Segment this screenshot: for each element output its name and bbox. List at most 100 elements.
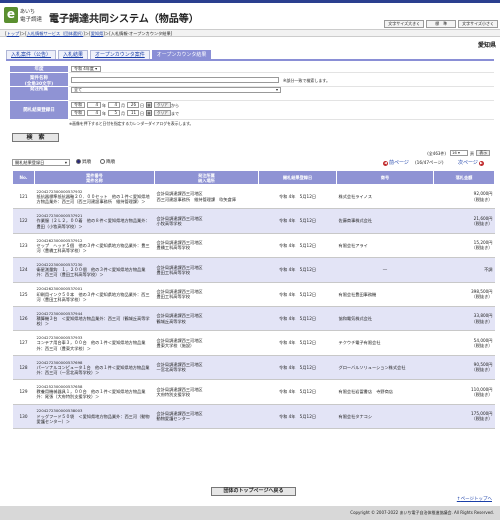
table-header-row: No. 案件番号 案件名称 発注所属 納入場所 開札結果登録日 商号 落札金額 bbox=[12, 170, 495, 185]
orderer-cell: 会計局調達課西三河地区 小牧高等学校 bbox=[154, 208, 259, 234]
case-cell: 2204272300000537933 コンテナ用台車３，００台 他の１件＜愛知県… bbox=[34, 330, 155, 356]
result-date: 令和 4年 5月12日 bbox=[258, 208, 337, 234]
result-date-label: 開札結果登録日 bbox=[10, 101, 68, 120]
orderer-cell: 会計局調達課西三河地区 動物愛護センター bbox=[154, 404, 259, 429]
to-clear-button[interactable]: クリア bbox=[154, 110, 171, 116]
desc-label: 降順 bbox=[106, 160, 115, 165]
page-go-button[interactable]: 表示 bbox=[476, 150, 490, 156]
fiscal-year-select[interactable]: 令和 4年度 ▾ bbox=[71, 66, 101, 72]
amount-cell: 398,500円 （税抜き） bbox=[433, 282, 495, 307]
table-row: 126 2204272300000537944 積算機３台 ＜愛知県地方物品業外：西… bbox=[12, 306, 495, 332]
from-month-input[interactable]: 4 bbox=[108, 102, 120, 108]
company-name: グローバルソリューション株式会社 bbox=[336, 355, 434, 381]
case-name-link[interactable]: 作業服（２Ｌ２，００着 他の８件＜愛知県地方物品業外：豊田（小牧高等学校）＞ bbox=[37, 218, 153, 228]
from-year-input[interactable]: 4 bbox=[87, 102, 101, 108]
page-select-value: 16 bbox=[452, 150, 457, 155]
from-era-select[interactable]: 令和 bbox=[71, 102, 85, 108]
orderer-cell: 会計局調達課西三河地区 西三河建設事務所 維持管理課 吹矢倉庫 bbox=[154, 184, 259, 210]
row-no: 128 bbox=[12, 355, 35, 381]
breadcrumb-org-select-link[interactable]: 入札情報サービス（団体選択） bbox=[27, 31, 84, 36]
tab-bid-cases[interactable]: 入札案件（公告） bbox=[6, 50, 57, 59]
breadcrumb-aichi-link[interactable]: 愛知県 bbox=[91, 31, 104, 36]
search-button[interactable]: 検 索 bbox=[12, 133, 59, 142]
sort-desc-radio[interactable]: 降順 bbox=[100, 159, 115, 165]
back-to-org-top-button[interactable]: 団体のトップページへ戻る bbox=[211, 487, 296, 496]
page-top-link[interactable]: ↑ページトップへ bbox=[457, 496, 492, 502]
radio-dot-icon bbox=[100, 159, 105, 164]
case-name-link[interactable]: 積算機３台 ＜愛知県地方物品業外：西三河（鶴城丘高等学校）＞ bbox=[37, 316, 153, 326]
case-name-link[interactable]: 教養用機械器具１，００台 他の１件＜愛知県地方物品業外：尾張（大府特別支援学校）… bbox=[37, 389, 153, 399]
fiscal-year-label: 年度 bbox=[10, 66, 68, 73]
amount-cell: 33,800円 （税抜き） bbox=[433, 306, 495, 332]
delivery-place: 動物愛護センター bbox=[156, 416, 191, 422]
table-row: 121 2204272300000537932 抵抗器標準抵抗器軸２０．００セット … bbox=[12, 184, 495, 210]
case-name-link[interactable]: コンテナ用台車３，００台 他の１件＜愛知県地方物品業外：西三河（豊東大学校）＞ bbox=[37, 340, 153, 350]
case-cell: 2204272300000537944 積算機３台 ＜愛知県地方物品業外：西三河（… bbox=[34, 306, 155, 332]
font-large-button[interactable]: 文字サイズ大きく bbox=[384, 20, 425, 28]
site-logo[interactable]: e あいち 電子調達 bbox=[4, 7, 46, 23]
from-clear-button[interactable]: クリア bbox=[154, 102, 171, 108]
to-year-unit: 年 bbox=[102, 111, 106, 116]
to-era-select[interactable]: 令和 bbox=[71, 110, 85, 116]
breadcrumb-current: 入札情報-オープンカウンタ結果 bbox=[110, 31, 171, 36]
next-page-link[interactable]: 次ページ ▶ bbox=[458, 159, 485, 166]
result-date: 令和 4年 5月12日 bbox=[258, 404, 337, 429]
from-calendar-icon[interactable]: ▦ bbox=[146, 102, 152, 108]
to-suffix: まで bbox=[171, 111, 179, 116]
from-suffix: から bbox=[171, 103, 179, 108]
delivery-place: 豊橋工科高等学校 bbox=[156, 245, 191, 251]
tax-note: （税抜き） bbox=[471, 294, 493, 300]
result-date: 令和 4年 5月12日 bbox=[258, 379, 337, 405]
results-table: No. 案件番号 案件名称 発注所属 納入場所 開札結果登録日 商号 落札金額 … bbox=[12, 170, 495, 429]
case-cell: 2204272300000537932 抵抗器標準抵抗器軸２０．００セット 他の１… bbox=[34, 184, 155, 210]
header: e あいち 電子調達 電子調達共同システム（物品等） 文字サイズ大きく 標 準 … bbox=[0, 3, 500, 28]
footer: Copyright © 2007-2022 あいち電子自治体推進協議会. All… bbox=[0, 506, 500, 520]
amount-cell: 175,000円 （税抜き） bbox=[433, 404, 495, 429]
to-year-input[interactable]: 4 bbox=[87, 110, 101, 116]
search-form: 年度 令和 4年度 ▾ 案件名称 (全角30文字) ※部分一致で検索します。 発… bbox=[10, 66, 494, 126]
breadcrumb-top-link[interactable]: トップ bbox=[7, 31, 20, 36]
row-no: 121 bbox=[12, 184, 35, 210]
to-month-input[interactable]: 5 bbox=[108, 110, 120, 116]
case-name-link[interactable]: セップ ヘッド５個 他の３件＜愛知県地方物品業外：豊三河（豊橋工科高等学校）＞ bbox=[37, 243, 153, 253]
orderer-select[interactable]: 全て ▾ bbox=[71, 87, 281, 93]
case-name-link[interactable]: ドッグフード５０袋 ＜愛知県地方物品業外：西三河（動物愛護センター）＞ bbox=[37, 414, 153, 424]
header-date: 開札結果登録日 bbox=[258, 170, 337, 185]
tab-open-counter-cases[interactable]: オープンカウンタ案件 bbox=[90, 50, 150, 59]
page-top-label: ページトップへ bbox=[460, 497, 492, 502]
delivery-place: 鶴城丘高等学校 bbox=[156, 318, 186, 324]
case-name-input[interactable] bbox=[71, 77, 279, 83]
case-cell: 2204262300000537001 印刷用インク５０本 他の３件＜愛知県地方物… bbox=[34, 282, 155, 307]
page-select[interactable]: 16 ▾ bbox=[450, 150, 468, 156]
header-amount: 落札金額 bbox=[433, 170, 495, 185]
orderer-cell: 会計局調達課西三河地区 一宮北高等学校 bbox=[154, 355, 259, 381]
row-no: 124 bbox=[12, 257, 35, 283]
amount-cell: 90,500円 （税抜き） bbox=[433, 355, 495, 381]
row-no: 129 bbox=[12, 379, 35, 405]
to-calendar-icon[interactable]: ▦ bbox=[146, 110, 152, 116]
case-name-link[interactable]: パーソナルコンピュータ１台 他の１件＜愛知県地方物品業外：西三河（一宮北高等学校… bbox=[37, 365, 153, 375]
tab-bid-results[interactable]: 入札結果 bbox=[58, 50, 89, 59]
case-name-link[interactable]: 衛星測量鈎 １，２００個 他の３件＜愛知県地方物品業外：西三河（豊田工科高等学校… bbox=[37, 267, 153, 277]
tax-note: （税抜き） bbox=[471, 416, 493, 422]
row-no: 126 bbox=[12, 306, 35, 332]
case-name-link[interactable]: 抵抗器標準抵抗器軸２０．００セット 他の１件＜愛知県地方物品業外：西三河（西三河… bbox=[37, 194, 153, 204]
row-no: 125 bbox=[12, 282, 35, 307]
table-row: 127 2204272300000537933 コンテナ用台車３，００台 他の１件＜… bbox=[12, 330, 495, 356]
delivery-place: 一宮北高等学校 bbox=[156, 367, 186, 373]
to-day-input[interactable]: 11 bbox=[127, 110, 139, 116]
sort-select[interactable]: 開札結果登録日 ▾ bbox=[12, 159, 70, 166]
tab-open-counter-results[interactable]: オープンカウンタ結果 bbox=[151, 50, 212, 59]
row-no: 127 bbox=[12, 330, 35, 356]
font-small-button[interactable]: 文字サイズ小さく bbox=[458, 20, 498, 28]
sort-asc-radio[interactable]: 昇順 bbox=[76, 159, 91, 165]
from-day-input[interactable]: 26 bbox=[127, 102, 139, 108]
case-name-link[interactable]: 印刷用インク５０本 他の３件＜愛知県地方物品業外：西三河（豊田工科高等学校）＞ bbox=[37, 292, 153, 302]
breadcrumb: [トップ]＞[入札情報サービス（団体選択）]＞[愛知県]＞[入札情報-オープンカ… bbox=[0, 29, 500, 37]
prev-label: 前ページ bbox=[389, 160, 409, 166]
amount-cell: 92,000円 （税抜き） bbox=[433, 184, 495, 210]
table-row: 125 2204262300000537001 印刷用インク５０本 他の３件＜愛知県… bbox=[12, 282, 495, 307]
to-day-unit: 日 bbox=[140, 111, 144, 116]
prev-page-link[interactable]: ◀ 前ページ bbox=[382, 159, 409, 166]
font-standard-button[interactable]: 標 準 bbox=[426, 20, 457, 28]
